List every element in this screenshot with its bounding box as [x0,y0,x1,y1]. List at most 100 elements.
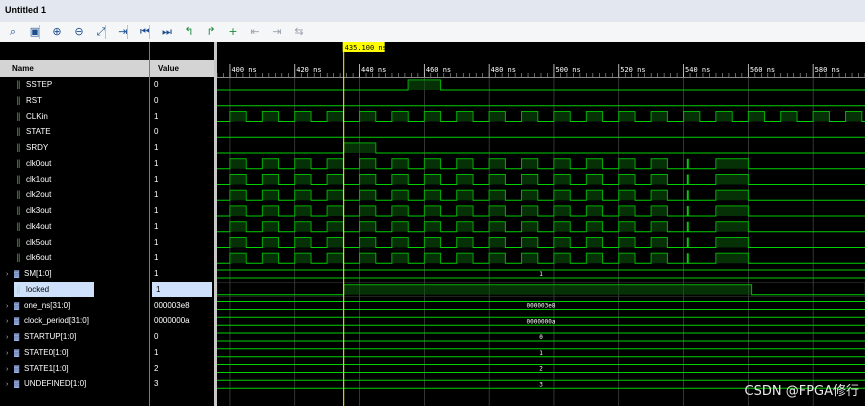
signal-value: 1 [154,112,159,121]
signal-value-cell[interactable]: 2 [150,361,214,376]
waveform-high-fill [359,111,376,122]
signal-value-cell[interactable]: 1 [150,345,214,360]
waveform-high-fill [553,237,571,248]
waveform-high-fill [618,111,635,122]
search-button[interactable]: ⌕ [5,24,21,40]
waveform-high-fill [229,158,247,169]
waveform-high-fill [424,237,441,248]
waveform-high-fill [359,253,376,264]
go-to-cursor-button[interactable]: ⇥ [115,24,131,40]
next-marker-button[interactable]: ⇥ [269,24,285,40]
waveform-canvas[interactable]: 400 ns 420 ns 440 ns 460 ns 480 ns 500 ns 520 … [217,42,865,406]
waveform-high-fill [489,206,506,216]
signal-row[interactable]: ║ clk1out [0,172,149,187]
waveform-high-fill [618,237,635,248]
add-marker-button[interactable]: + [225,24,241,40]
signal-value-cell[interactable]: 3 [150,376,214,391]
signal-value-cell[interactable]: 1 [150,140,214,155]
signal-name: RST [26,96,42,105]
expand-arrow-icon[interactable]: › [6,346,14,361]
signal-row[interactable]: ║ CLKin [0,109,149,124]
waveform-high-fill [294,253,311,264]
waveform-high-fill [327,158,344,169]
waveform-high-fill [553,158,571,169]
zoom-in-button[interactable]: ⊕ [49,24,65,40]
signal-row[interactable]: ║ clk3out [0,203,149,218]
signal-value-cell[interactable]: 1 [150,187,214,202]
signal-name: locked [26,285,50,294]
expand-arrow-icon[interactable]: › [6,267,14,282]
signal-row[interactable]: › ▓ STATE1[1:0] [0,361,149,376]
value-column-header[interactable]: Value [150,60,214,77]
go-to-end-button[interactable]: ⏭ [159,24,175,40]
signal-value-cell[interactable]: 1 [150,156,214,171]
signal-name: clk3out [26,206,52,215]
waveform-svg[interactable]: 400 ns 420 ns 440 ns 460 ns 480 ns 500 ns 520 … [217,42,865,406]
signal-row[interactable]: › ▓ UNDEFINED[1:0] [0,376,149,391]
signal-value-cell[interactable]: 1 [150,203,214,218]
expand-arrow-icon[interactable]: › [6,299,14,314]
waveform-high-fill [651,190,668,201]
waveform-glitch [686,158,689,169]
signal-row[interactable]: › ▓ clock_period[31:0] [0,313,149,328]
waveform-high-fill [424,253,441,264]
signal-value-cell[interactable]: 0000000a [150,313,214,328]
signal-value-cell[interactable]: 1 [150,235,214,250]
expand-arrow-icon[interactable]: › [6,377,14,392]
toolbar-separator [39,25,40,39]
signal-row[interactable]: › ▓ STATE0[1:0] [0,345,149,360]
name-column-header[interactable]: Name [0,60,149,77]
previous-marker-button[interactable]: ⇤ [247,24,263,40]
expand-arrow-icon[interactable]: › [6,362,14,377]
signal-value-cell[interactable]: 1 [152,282,212,297]
next-marker-icon: ⇥ [272,25,282,38]
waveform-high-fill [618,253,635,264]
save-button[interactable]: ▣ [27,24,43,40]
signal-row[interactable]: ║ RST [0,93,149,108]
signal-value-cell[interactable]: 000003e8 [150,298,214,313]
signal-row[interactable]: ║ clk4out [0,219,149,234]
waveform-high-fill [424,190,441,201]
signal-row[interactable]: › ▓ one_ns[31:0] [0,298,149,313]
next-transition-button[interactable]: ↱ [203,24,219,40]
signal-row[interactable]: ║ clk2out [0,187,149,202]
zoom-out-button[interactable]: ⊖ [71,24,87,40]
signal-name: SSTEP [26,80,53,89]
waveform-high-fill [424,221,441,232]
waveform-high-fill [456,111,473,122]
signal-row[interactable]: ║ SSTEP [0,77,149,92]
tick-label: 560 ns [750,66,775,74]
signal-value-cell[interactable]: 1 [150,109,214,124]
signal-value-cell[interactable]: 0 [150,93,214,108]
signal-row[interactable]: ║ locked [14,282,94,297]
expand-arrow-icon[interactable]: › [6,330,14,345]
waveform-high-fill [715,253,749,264]
signal-value-cell[interactable]: 0 [150,329,214,344]
waveform-high-fill [553,206,571,216]
go-to-start-button[interactable]: ⏮ [137,24,153,40]
signal-value-cell[interactable]: 1 [150,172,214,187]
signal-value-cell[interactable]: 1 [150,266,214,281]
zoom-fit-button[interactable]: ⤢ [93,24,109,40]
signal-row[interactable]: ║ SRDY [0,140,149,155]
signal-row[interactable]: ║ STATE [0,124,149,139]
signal-value-cell[interactable]: 0 [150,77,214,92]
signal-value-cell[interactable]: 1 [150,219,214,234]
waveform-high-fill [715,158,749,169]
previous-transition-button[interactable]: ↰ [181,24,197,40]
signal-row[interactable]: ║ clk5out [0,235,149,250]
signal-row[interactable]: ║ clk0out [0,156,149,171]
search-icon: ⌕ [9,25,17,38]
bit-signal-icon: ║ [16,129,21,136]
signal-name-panel: Name ║ SSTEP ║ RST ║ CLKin ║ STATE ║ SRDY ║ clk0out… [0,42,149,406]
signal-value: 0 [154,96,159,105]
signal-row[interactable]: › ▓ SM[1:0] [0,266,149,281]
bit-waveform [217,189,865,201]
swap-cursors-button[interactable]: ⇆ [291,24,307,40]
signal-row[interactable]: › ▓ STARTUP[1:0] [0,329,149,344]
signal-row[interactable]: ║ clk6out [0,250,149,265]
signal-value-cell[interactable]: 1 [150,250,214,265]
expand-arrow-icon[interactable]: › [6,314,14,329]
signal-value-cell[interactable]: 0 [150,124,214,139]
waveform-high-fill [489,111,506,122]
